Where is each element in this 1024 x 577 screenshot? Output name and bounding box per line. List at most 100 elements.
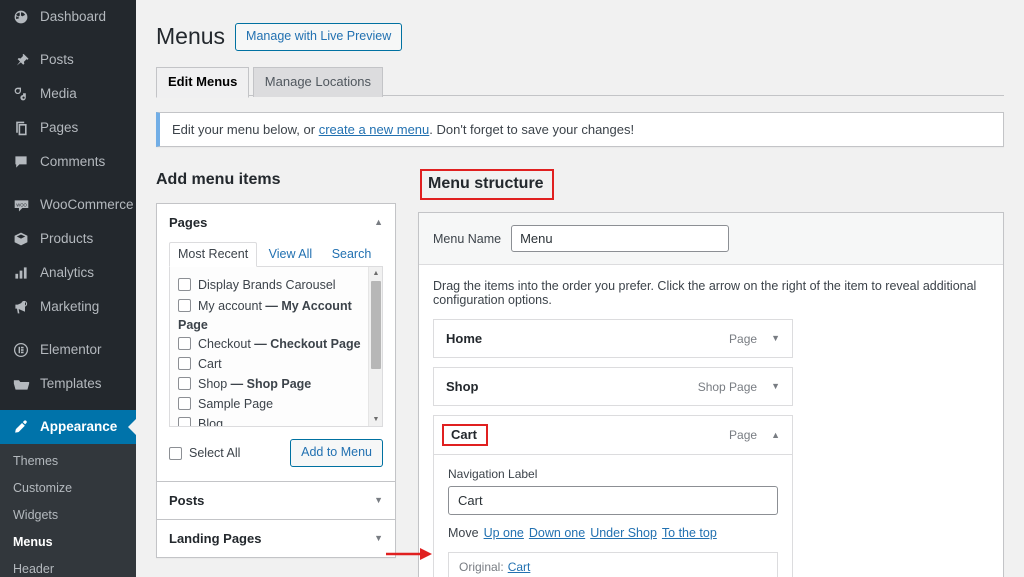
sidebar-item-label: Appearance [40, 419, 118, 435]
wordpress-admin-screen: Dashboard Posts Media Pages Comments WOO WooCo… [0, 0, 1024, 577]
sidebar-item-appearance[interactable]: Appearance [0, 410, 136, 444]
landing-pages-panel-header[interactable]: Landing Pages ▼ [157, 519, 395, 557]
menu-item-home-type: Page [729, 331, 758, 346]
page-list-item[interactable]: Shop — Shop Page [178, 374, 382, 394]
original-row: Original: Cart [448, 552, 778, 577]
move-down-one-link[interactable]: Down one [529, 526, 585, 540]
menu-name-row: Menu Name [419, 213, 1003, 266]
manage-with-live-preview-button[interactable]: Manage with Live Preview [235, 23, 403, 51]
page-list-item[interactable]: Checkout — Checkout Page [178, 334, 382, 354]
tab-search[interactable]: Search [324, 243, 380, 266]
brush-icon [11, 417, 31, 437]
sidebar-item-label: Comments [40, 154, 106, 170]
pages-source-tabs: Most Recent View All Search [169, 241, 383, 268]
menu-structure-column: Menu structure Menu Name Drag the items … [418, 169, 1004, 577]
select-all-label: Select All [189, 446, 241, 461]
menu-name-input[interactable] [511, 225, 730, 253]
scroll-down-icon[interactable]: ▼ [369, 413, 382, 426]
menu-item-shop-type: Shop Page [697, 379, 758, 394]
tab-edit-menus[interactable]: Edit Menus [156, 67, 250, 98]
select-all-checkbox[interactable] [169, 446, 182, 460]
sidebar-separator [0, 179, 136, 188]
page-checkbox[interactable] [178, 298, 191, 312]
page-checkbox[interactable] [178, 377, 191, 391]
sidebar-item-elementor[interactable]: Elementor [0, 333, 136, 367]
sidebar-item-pages[interactable]: Pages [0, 111, 136, 145]
select-all-control[interactable]: Select All [169, 446, 240, 460]
page-list-item-label: Cart [198, 356, 222, 371]
sidebar-item-templates[interactable]: Templates [0, 367, 136, 401]
sidebar-subitem-widgets[interactable]: Widgets [0, 502, 136, 529]
chevron-up-icon[interactable]: ▲ [771, 430, 780, 440]
page-checkbox[interactable] [178, 278, 191, 292]
tab-view-all[interactable]: View All [261, 243, 321, 266]
pages-list-scrollbar[interactable]: ▲ ▼ [368, 267, 382, 427]
sidebar-subitem-header[interactable]: Header [0, 556, 136, 577]
chevron-down-icon[interactable]: ▼ [771, 334, 780, 343]
sidebar-item-products[interactable]: Products [0, 222, 136, 256]
sidebar-item-label: Media [40, 86, 77, 102]
chevron-down-icon[interactable]: ▼ [366, 495, 383, 505]
page-list-item[interactable]: Cart [178, 354, 382, 374]
sidebar-item-media[interactable]: Media [0, 77, 136, 111]
sidebar-item-comments[interactable]: Comments [0, 145, 136, 179]
tab-most-recent[interactable]: Most Recent [169, 242, 258, 268]
sidebar-item-dashboard[interactable]: Dashboard [0, 0, 136, 34]
drag-hint-text: Drag the items into the order you prefer… [419, 265, 1003, 320]
sidebar-subitem-menus[interactable]: Menus [0, 529, 136, 556]
sidebar-item-analytics[interactable]: Analytics [0, 256, 136, 290]
add-menu-items-title: Add menu items [156, 171, 281, 188]
menu-items-list: Home Page ▼ Shop Shop Page ▼ Cart Page ▲… [419, 319, 1003, 577]
sidebar-separator [0, 324, 136, 333]
notice-text-before: Edit your menu below, or [172, 122, 319, 137]
add-menu-items-column: Add menu items Pages ▲ Most Recent View … [156, 169, 396, 577]
sidebar-item-marketing[interactable]: Marketing [0, 290, 136, 324]
menu-item-cart-bar[interactable]: Cart Page ▲ [434, 416, 792, 455]
add-to-menu-button[interactable]: Add to Menu [290, 439, 383, 467]
megaphone-icon [11, 297, 31, 317]
navigation-label-label: Navigation Label [448, 467, 538, 482]
sidebar-item-label: WooCommerce [40, 197, 134, 213]
move-label: Move [448, 526, 479, 541]
page-list-item[interactable]: Sample Page [178, 394, 382, 414]
page-checkbox[interactable] [178, 336, 191, 350]
page-list-item-label: Blog [198, 417, 224, 428]
move-up-one-link[interactable]: Up one [484, 526, 524, 540]
sidebar-separator [0, 401, 136, 410]
page-list-item[interactable]: My account — My Account [178, 296, 382, 316]
move-under-shop-link[interactable]: Under Shop [590, 526, 657, 540]
products-icon [11, 229, 31, 249]
chevron-down-icon[interactable]: ▼ [366, 533, 383, 543]
page-list-item[interactable]: Display Brands Carousel [178, 275, 382, 295]
menu-item-home-bar[interactable]: Home Page ▼ [434, 320, 792, 358]
navigation-label-input[interactable] [448, 486, 778, 516]
scrollbar-thumb[interactable] [371, 281, 381, 370]
posts-panel-header[interactable]: Posts ▼ [157, 481, 395, 519]
create-a-new-menu-link[interactable]: create a new menu [319, 122, 430, 137]
chevron-down-icon[interactable]: ▼ [771, 382, 780, 391]
original-cart-link[interactable]: Cart [508, 560, 531, 574]
tab-manage-locations[interactable]: Manage Locations [252, 67, 384, 97]
menu-item-home[interactable]: Home Page ▼ [433, 319, 793, 359]
page-list-item[interactable]: Blog [178, 414, 382, 427]
scroll-up-icon[interactable]: ▲ [369, 267, 382, 280]
sidebar-subitem-customize[interactable]: Customize [0, 475, 136, 502]
chevron-up-icon[interactable]: ▲ [366, 218, 383, 227]
page-list-item-label: My account — My Account [198, 298, 352, 313]
sidebar-subitem-themes[interactable]: Themes [0, 448, 136, 475]
menu-item-shop[interactable]: Shop Shop Page ▼ [433, 367, 793, 407]
page-checkbox[interactable] [178, 356, 191, 370]
menu-item-cart-settings: Navigation Label Move Up one Down one Under… [434, 454, 792, 577]
menu-notice: Edit your menu below, or create a new me… [156, 112, 1004, 147]
move-to-the-top-link[interactable]: To the top [662, 526, 717, 540]
admin-sidebar: Dashboard Posts Media Pages Comments WOO WooCo… [0, 0, 136, 577]
sidebar-item-woocommerce[interactable]: WOO WooCommerce [0, 188, 136, 222]
menu-item-cart[interactable]: Cart Page ▲ Navigation Label Cart Move U… [433, 415, 793, 577]
page-checkbox[interactable] [178, 417, 191, 427]
sidebar-item-posts[interactable]: Posts [0, 43, 136, 77]
page-list-item-label: Shop — Shop Page [198, 377, 312, 392]
menu-item-shop-bar[interactable]: Shop Shop Page ▼ [434, 368, 792, 406]
page-checkbox[interactable] [178, 397, 191, 411]
pages-panel-header[interactable]: Pages ▲ [157, 204, 395, 242]
page-list-item-label: Checkout — Checkout Page [198, 336, 361, 351]
